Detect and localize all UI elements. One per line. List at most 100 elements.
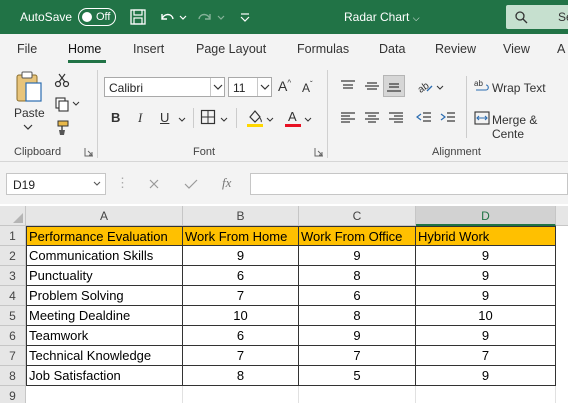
merge-center-icon[interactable] [474, 110, 490, 126]
cell-b6[interactable]: 6 [183, 326, 299, 346]
borders-dropdown-icon[interactable] [220, 116, 228, 124]
cell-c4[interactable]: 6 [299, 286, 416, 306]
row-header[interactable]: 9 [0, 386, 26, 403]
align-top-icon[interactable] [340, 79, 356, 93]
cell-d3[interactable]: 9 [416, 266, 556, 286]
font-size-dropdown[interactable] [257, 78, 271, 96]
cell-c2[interactable]: 9 [299, 246, 416, 266]
row-header[interactable]: 3 [0, 266, 26, 286]
underline-dropdown-icon[interactable] [178, 116, 186, 124]
cell-c9[interactable] [299, 386, 416, 403]
row-header[interactable]: 8 [0, 366, 26, 386]
redo-dropdown-icon[interactable] [216, 8, 226, 26]
cell-a5[interactable]: Meeting Dealdine [26, 306, 183, 326]
row-header[interactable]: 1 [0, 226, 26, 246]
cell-a8[interactable]: Job Satisfaction [26, 366, 183, 386]
merge-center-button[interactable]: Merge & Cente [492, 113, 568, 141]
tab-more[interactable]: A [557, 42, 565, 56]
cell-d6[interactable]: 9 [416, 326, 556, 346]
redo-icon[interactable] [196, 8, 214, 26]
decrease-indent-icon[interactable] [416, 111, 432, 125]
cell-d9[interactable] [416, 386, 556, 403]
copy-dropdown-icon[interactable] [72, 100, 80, 108]
column-header-a[interactable]: A [26, 206, 183, 226]
clipboard-launcher-icon[interactable] [84, 147, 94, 157]
cell-d7[interactable]: 7 [416, 346, 556, 366]
align-right-icon[interactable] [388, 111, 404, 125]
undo-icon[interactable] [158, 8, 176, 26]
cell-a9[interactable] [26, 386, 183, 403]
font-color-dropdown-icon[interactable] [304, 116, 312, 124]
tab-file[interactable]: File [17, 42, 37, 56]
formula-input[interactable] [250, 173, 568, 195]
tab-formulas[interactable]: Formulas [297, 42, 349, 56]
document-title[interactable]: Radar Chart ⌵ [344, 10, 420, 24]
name-box[interactable]: D19 [6, 173, 106, 195]
search-box[interactable]: Se [506, 5, 568, 29]
column-header-b[interactable]: B [183, 206, 299, 226]
cell-c5[interactable]: 8 [299, 306, 416, 326]
cell-c7[interactable]: 7 [299, 346, 416, 366]
save-icon[interactable] [129, 8, 147, 26]
fill-color-icon[interactable] [246, 108, 264, 128]
underline-button[interactable]: U [160, 110, 169, 125]
tab-insert[interactable]: Insert [133, 42, 164, 56]
align-left-icon[interactable] [340, 111, 356, 125]
orientation-icon[interactable]: ab [416, 77, 434, 95]
cell-d1[interactable]: Hybrid Work [416, 226, 556, 246]
tab-view[interactable]: View [503, 42, 530, 56]
align-bottom-button[interactable] [383, 75, 405, 97]
cell-c6[interactable]: 9 [299, 326, 416, 346]
more-options-icon[interactable]: ⋮ [116, 175, 129, 191]
row-header[interactable]: 4 [0, 286, 26, 306]
increase-indent-icon[interactable] [440, 111, 456, 125]
row-header[interactable]: 6 [0, 326, 26, 346]
cell-c3[interactable]: 8 [299, 266, 416, 286]
insert-function-button[interactable]: fx [222, 175, 231, 191]
wrap-text-icon[interactable]: ab [474, 78, 490, 94]
align-middle-icon[interactable] [364, 79, 380, 93]
row-header[interactable]: 7 [0, 346, 26, 366]
column-header-d[interactable]: D [416, 206, 556, 226]
paste-dropdown-icon[interactable] [22, 122, 34, 132]
cell-a2[interactable]: Communication Skills [26, 246, 183, 266]
font-name-select[interactable]: Calibri [104, 77, 225, 97]
paste-label[interactable]: Paste [14, 106, 45, 120]
cell-a7[interactable]: Technical Knowledge [26, 346, 183, 366]
font-launcher-icon[interactable] [314, 147, 324, 157]
cancel-icon[interactable] [148, 178, 160, 190]
cell-b1[interactable]: Work From Home [183, 226, 299, 246]
select-all-corner[interactable] [0, 206, 26, 226]
chevron-down-icon[interactable] [93, 181, 101, 187]
fill-color-dropdown-icon[interactable] [266, 116, 274, 124]
row-header[interactable]: 5 [0, 306, 26, 326]
bold-button[interactable]: B [111, 110, 120, 125]
tab-home[interactable]: Home [68, 42, 101, 56]
paste-icon[interactable] [14, 70, 44, 104]
row-header[interactable]: 2 [0, 246, 26, 266]
column-header-c[interactable]: C [299, 206, 416, 226]
cell-b5[interactable]: 10 [183, 306, 299, 326]
autosave-toggle[interactable]: Off [78, 8, 116, 26]
tab-review[interactable]: Review [435, 42, 476, 56]
italic-button[interactable]: I [138, 110, 142, 126]
cell-b3[interactable]: 6 [183, 266, 299, 286]
font-color-icon[interactable]: A [284, 108, 302, 128]
font-size-select[interactable]: 11 [228, 77, 272, 97]
align-center-icon[interactable] [364, 111, 380, 125]
cell-d4[interactable]: 9 [416, 286, 556, 306]
cell-d2[interactable]: 9 [416, 246, 556, 266]
increase-font-size-button[interactable]: A^ [278, 78, 291, 94]
undo-dropdown-icon[interactable] [178, 8, 188, 26]
cell-c8[interactable]: 5 [299, 366, 416, 386]
cell-c1[interactable]: Work From Office [299, 226, 416, 246]
column-header-e[interactable] [556, 206, 568, 226]
cell-b8[interactable]: 8 [183, 366, 299, 386]
cell-b2[interactable]: 9 [183, 246, 299, 266]
font-name-dropdown[interactable] [210, 78, 224, 96]
cell-a3[interactable]: Punctuality [26, 266, 183, 286]
borders-icon[interactable] [200, 109, 216, 125]
tab-data[interactable]: Data [379, 42, 405, 56]
customize-toolbar-icon[interactable] [238, 8, 252, 26]
enter-icon[interactable] [184, 178, 198, 190]
